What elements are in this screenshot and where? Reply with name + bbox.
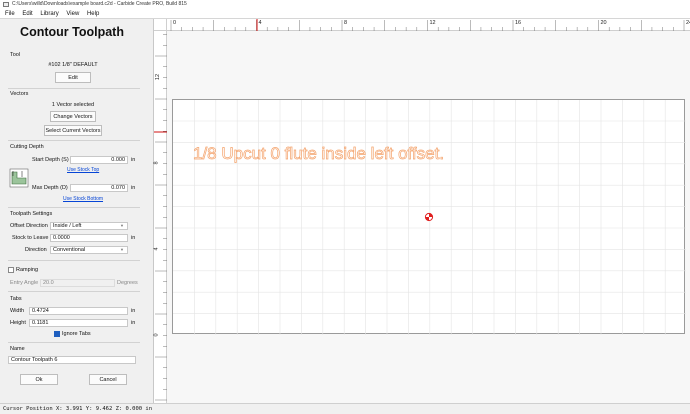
use-stock-bottom-link[interactable]: Use Stock Bottom <box>63 196 103 202</box>
contour-toolpath-panel: Contour Toolpath Tool #102 1/8" DEFAULT … <box>0 19 154 403</box>
use-stock-top-link[interactable]: Use Stock Top <box>67 167 99 173</box>
stock-to-leave-unit: in <box>131 235 136 241</box>
name-heading: Name <box>10 346 25 352</box>
tab-width-label: Width <box>10 308 25 314</box>
ruler-y-label: 4 <box>153 247 160 251</box>
direction-value: Conventional <box>53 247 86 253</box>
menu-file[interactable]: File <box>5 9 15 19</box>
vector-layer: 1/8 Upcut 0 flute inside left offset. <box>193 144 445 222</box>
entry-angle-label: Entry Angle <box>10 280 39 286</box>
divider <box>8 140 140 141</box>
ruler-vertical: 12 8 4 0 <box>154 19 167 403</box>
start-depth-field[interactable]: 0.000 <box>70 156 128 164</box>
toolpath-settings-heading: Toolpath Settings <box>10 211 53 217</box>
offset-direction-value: Inside / Left <box>53 223 82 229</box>
ruler-x-label: 8 <box>344 20 348 26</box>
menu-help[interactable]: Help <box>87 9 99 19</box>
stock-to-leave-field[interactable]: 0.0000 <box>50 234 128 242</box>
offset-direction-select[interactable]: Inside / Left ▼ <box>50 222 128 230</box>
origin-marker-icon <box>424 212 434 222</box>
divider <box>8 291 140 292</box>
cutting-depth-heading: Cutting Depth <box>10 144 44 150</box>
ruler-y-label: 12 <box>155 73 162 81</box>
ruler-horizontal: 0 4 8 12 16 20 24 <box>154 19 690 31</box>
entry-angle-unit: Degrees <box>117 280 138 286</box>
cursor-position: Cursor Position X: 3.991 Y: 9.462 Z: 0.0… <box>3 406 153 412</box>
entry-angle-field[interactable]: 20.0 <box>40 279 115 287</box>
tab-height-unit: in <box>131 320 136 326</box>
ignore-tabs-label: Ignore Tabs <box>62 331 91 337</box>
ruler-x-label: 12 <box>429 20 436 26</box>
start-depth-label: Start Depth (S) <box>32 157 69 163</box>
ruler-x-label: 20 <box>600 20 607 26</box>
depth-diagram-icon <box>9 168 29 188</box>
divider <box>8 88 140 89</box>
divider <box>8 342 140 343</box>
tab-height-field[interactable]: 0.1181 <box>29 319 128 327</box>
tab-width-field[interactable]: 0.4724 <box>29 307 128 315</box>
tool-heading: Tool <box>10 52 21 58</box>
stock-area[interactable]: 1/8 Upcut 0 flute inside left offset. <box>172 99 686 335</box>
ruler-x-label: 24 <box>686 20 690 26</box>
vectors-heading: Vectors <box>10 91 29 97</box>
menu-edit[interactable]: Edit <box>22 9 32 19</box>
ruler-corner <box>154 19 167 31</box>
ramping-checkbox[interactable] <box>8 267 14 273</box>
max-depth-label: Max Depth (D) <box>32 185 68 191</box>
ruler-x-label: 4 <box>258 20 262 26</box>
window-titlebar: C:\Users\willd\Downloads\example board.c… <box>0 0 690 9</box>
panel-title: Contour Toolpath <box>20 25 124 39</box>
menu-bar: File Edit Library View Help <box>0 9 690 19</box>
ruler-x-label: 16 <box>515 20 522 26</box>
chevron-down-icon: ▼ <box>120 247 124 252</box>
tabs-heading: Tabs <box>10 296 22 302</box>
tab-height-label: Height <box>10 320 26 326</box>
select-current-vectors-button[interactable]: Select Current Vectors <box>44 125 102 136</box>
chevron-down-icon: ▼ <box>120 223 124 228</box>
divider <box>8 260 140 261</box>
max-depth-unit: in <box>131 185 136 191</box>
menu-view[interactable]: View <box>66 9 79 19</box>
ramping-label: Ramping <box>16 267 39 273</box>
change-vectors-button[interactable]: Change Vectors <box>50 111 96 122</box>
stock-to-leave-label: Stock to Leave <box>12 235 49 241</box>
toolpath-name-field[interactable]: Contour Toolpath 6 <box>8 356 136 364</box>
ruler-y-label: 0 <box>153 333 160 337</box>
tab-width-unit: in <box>131 308 136 314</box>
status-bar: Cursor Position X: 3.991 Y: 9.462 Z: 0.0… <box>0 403 690 414</box>
edit-tool-button[interactable]: Edit <box>55 72 91 83</box>
divider <box>8 207 140 208</box>
tool-name: #102 1/8" DEFAULT <box>48 62 98 68</box>
offset-direction-label: Offset Direction <box>10 223 48 229</box>
app-icon <box>3 2 9 7</box>
cancel-button[interactable]: Cancel <box>89 374 127 385</box>
menu-library[interactable]: Library <box>40 9 58 19</box>
vector-count: 1 Vector selected <box>51 102 95 108</box>
vector-text[interactable]: 1/8 Upcut 0 flute inside left offset. <box>193 144 445 164</box>
start-depth-unit: in <box>131 157 136 163</box>
max-depth-field[interactable]: 0.070 <box>70 184 128 192</box>
direction-label: Direction <box>25 247 47 253</box>
window-title: C:\Users\willd\Downloads\example board.c… <box>12 1 187 7</box>
ruler-x-label: 0 <box>173 20 177 26</box>
direction-select[interactable]: Conventional ▼ <box>50 246 128 254</box>
ok-button[interactable]: Ok <box>20 374 58 385</box>
ignore-tabs-checkbox[interactable] <box>54 331 60 337</box>
ruler-y-label: 8 <box>153 161 160 165</box>
